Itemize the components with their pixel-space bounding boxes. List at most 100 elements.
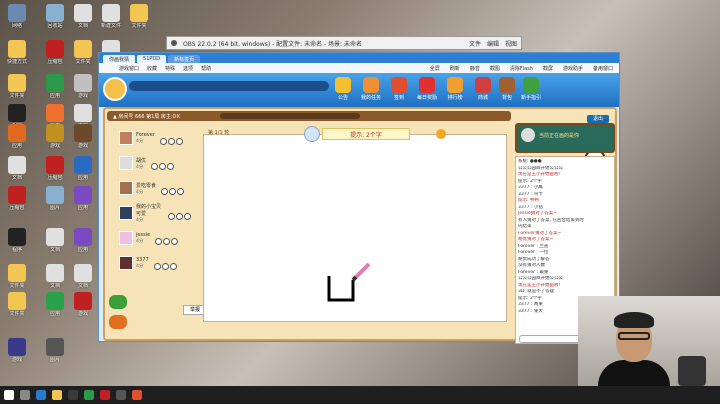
player-row[interactable]: 爱吃零食 4分 <box>119 177 191 199</box>
player-row[interactable]: jessie 4分 <box>119 227 191 249</box>
menu-capture[interactable]: 截屏 <box>543 65 553 72</box>
start-icon[interactable] <box>4 390 14 400</box>
bag-button[interactable]: 背包 <box>495 77 519 101</box>
desktop-icon[interactable]: 回收站 <box>40 4 70 29</box>
menu-assistant[interactable]: 游戏助手 <box>563 65 583 72</box>
menu-backup-window[interactable]: 备用窗口 <box>593 65 613 72</box>
like-icon[interactable] <box>151 162 159 170</box>
desktop-icon[interactable]: 压缩包 <box>40 40 70 65</box>
desktop-icon[interactable]: 图片 <box>40 186 70 211</box>
like-icon[interactable] <box>153 262 161 270</box>
desktop-icon[interactable]: 文件夹 <box>2 74 32 99</box>
chat-input[interactable] <box>519 335 583 343</box>
add-friend-icon[interactable] <box>169 262 177 270</box>
gift-icon[interactable] <box>161 262 169 270</box>
gift-icon[interactable] <box>169 187 177 195</box>
desktop-icon[interactable]: 文档 <box>40 228 70 253</box>
desktop-icon[interactable]: 网络 <box>2 4 32 29</box>
notice-button[interactable]: 公告 <box>331 77 355 101</box>
left-green-badge[interactable] <box>109 295 127 309</box>
desktop-icon[interactable]: 应用 <box>68 156 98 181</box>
status-panel: 退出 当前正在画的是你 <box>515 115 615 153</box>
obs-menu-file[interactable]: 文件 <box>469 39 481 48</box>
desktop-icon[interactable]: 图片 <box>40 338 70 363</box>
obs-icon[interactable] <box>116 390 126 400</box>
gift-icon[interactable] <box>167 137 175 145</box>
user-avatar[interactable] <box>103 77 127 101</box>
tab-game[interactable]: 你画我猜 <box>103 55 136 63</box>
game-app-icon[interactable] <box>132 390 142 400</box>
gift-icon[interactable] <box>176 212 183 220</box>
checkin-button[interactable]: 签到 <box>387 77 411 101</box>
tab-new[interactable]: 新标签页 <box>168 55 201 63</box>
left-orange-badge[interactable] <box>109 315 127 329</box>
desktop-icon[interactable]: 快捷方式 <box>2 40 32 65</box>
app-icon[interactable] <box>68 390 78 400</box>
desktop-icon[interactable]: 游戏 <box>2 338 32 363</box>
menu-favorites[interactable]: 收藏 <box>147 65 157 72</box>
desktop-icon[interactable]: 程序 <box>2 228 32 253</box>
menu-refresh[interactable]: 刷新 <box>450 65 460 72</box>
add-friend-icon[interactable] <box>177 187 185 195</box>
desktop-icon[interactable]: 游戏 <box>68 292 98 317</box>
tab-51pdd[interactable]: 51PDD <box>137 55 167 63</box>
search-icon[interactable] <box>20 390 30 400</box>
desktop-icon[interactable]: 文件夹 <box>124 4 154 29</box>
edge-icon[interactable] <box>36 390 46 400</box>
add-friend-icon[interactable] <box>167 162 175 170</box>
desktop-icon[interactable]: 应用 <box>40 74 70 99</box>
menu-screenshot[interactable]: 截图 <box>490 65 500 72</box>
desktop-icon[interactable]: 应用 <box>68 186 98 211</box>
menu-clear-flash[interactable]: 清除Flash <box>510 65 533 72</box>
desktop-icon[interactable]: 应用 <box>40 292 70 317</box>
desktop-icon[interactable]: 游戏 <box>68 74 98 99</box>
exit-button[interactable]: 退出 <box>587 115 609 123</box>
desktop-icon[interactable]: 压缩包 <box>2 186 32 211</box>
explorer-icon[interactable] <box>52 390 62 400</box>
desktop-icon[interactable]: 文件夹 <box>2 264 32 289</box>
desktop-icon[interactable]: 应用 <box>2 124 32 149</box>
desktop-icon[interactable]: 游戏 <box>68 124 98 149</box>
my-tasks-button[interactable]: 我的任务 <box>359 77 383 101</box>
player-row[interactable]: 胡优 4分 <box>119 152 191 174</box>
newbie-guide-button[interactable]: 新手指引 <box>519 77 543 101</box>
like-icon[interactable] <box>168 212 175 220</box>
daily-reward-button[interactable]: 每日奖励 <box>415 77 439 101</box>
desktop-icon[interactable]: 文件夹 <box>2 292 32 317</box>
like-icon[interactable] <box>159 137 167 145</box>
obs-menu-view[interactable]: 视图 <box>505 39 517 48</box>
drawing-canvas[interactable]: 第 1/1 轮 提示: 2个字 51 <box>203 126 608 388</box>
desktop-icon[interactable]: 文档 <box>40 264 70 289</box>
like-icon[interactable] <box>155 237 163 245</box>
menu-mute[interactable]: 静音 <box>470 65 480 72</box>
desktop-icon[interactable]: 压缩包 <box>40 156 70 181</box>
leaderboard-button[interactable]: 排行榜 <box>443 77 467 101</box>
player-row[interactable]: Forever 4分 <box>119 127 191 149</box>
desktop-icon[interactable]: 应用 <box>68 228 98 253</box>
add-friend-icon[interactable] <box>171 237 179 245</box>
like-icon[interactable] <box>161 187 169 195</box>
player-row[interactable]: 我的小宝贝可爱 4分 <box>119 202 191 224</box>
menu-help[interactable]: 帮助 <box>201 65 211 72</box>
desktop-icon[interactable]: 文档 <box>68 264 98 289</box>
menu-game-window[interactable]: 游戏窗口 <box>119 65 139 72</box>
desktop-icon[interactable]: 新建文件 <box>96 4 126 29</box>
desktop-icon[interactable]: 文件夹 <box>68 40 98 65</box>
desktop-icon-label: 图片 <box>49 357 60 363</box>
obs-menu-edit[interactable]: 编辑 <box>487 39 499 48</box>
app-icon-2[interactable] <box>84 390 94 400</box>
shop-button[interactable]: 商城 <box>471 77 495 101</box>
menu-special[interactable]: 特殊 <box>165 65 175 72</box>
gift-icon[interactable] <box>159 162 167 170</box>
menu-fullscreen[interactable]: 全屏 <box>430 65 440 72</box>
obs-window-titlebar[interactable]: OBS 22.0.2 (64 bit, windows) - 配置文件: 未命名… <box>166 36 522 50</box>
app-icon-3[interactable] <box>100 390 110 400</box>
player-row[interactable]: 3377 4分 <box>119 252 191 274</box>
desktop-icon[interactable]: 文档 <box>68 4 98 29</box>
menu-options[interactable]: 选项 <box>183 65 193 72</box>
desktop-icon[interactable]: 游戏 <box>40 124 70 149</box>
add-friend-icon[interactable] <box>184 212 191 220</box>
gift-icon[interactable] <box>163 237 171 245</box>
desktop-icon[interactable]: 文档 <box>2 156 32 181</box>
add-friend-icon[interactable] <box>175 137 183 145</box>
